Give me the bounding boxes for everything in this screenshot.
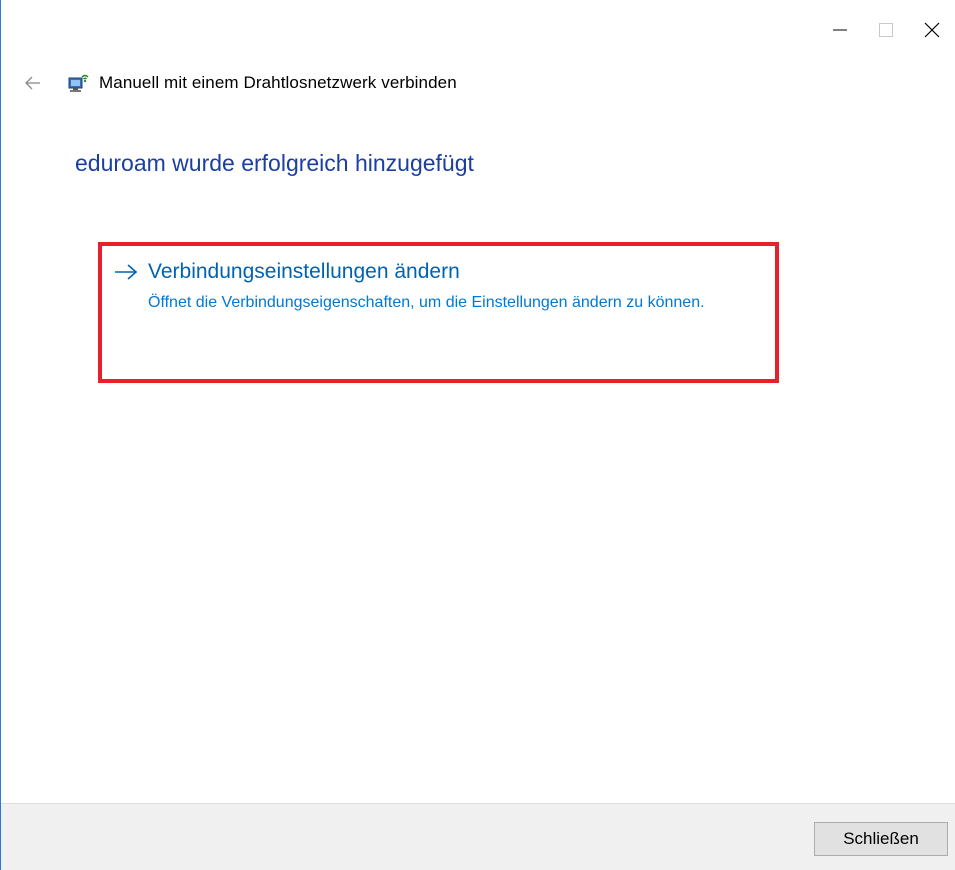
- maximize-icon: [879, 23, 893, 37]
- footer-bar: Schließen: [1, 803, 955, 870]
- close-window-button[interactable]: [909, 0, 955, 60]
- task-link-description: Öffnet die Verbindungseigenschaften, um …: [148, 294, 705, 311]
- minimize-button[interactable]: [817, 0, 863, 60]
- change-connection-settings-link[interactable]: Verbindungseinstellungen ändern Öffnet d…: [114, 260, 764, 315]
- maximize-button[interactable]: [863, 0, 909, 60]
- page-heading: eduroam wurde erfolgreich hinzugefügt: [75, 150, 474, 176]
- close-button[interactable]: Schließen: [814, 822, 948, 856]
- close-icon: [924, 22, 940, 38]
- back-arrow-icon: [25, 76, 40, 90]
- dialog-header: Manuell mit einem Drahtlosnetzwerk verbi…: [21, 68, 457, 98]
- task-link-label: Verbindungseinstellungen ändern: [148, 260, 460, 283]
- window-caption-controls: [817, 0, 955, 60]
- dialog-window: Manuell mit einem Drahtlosnetzwerk verbi…: [0, 0, 955, 870]
- wireless-network-icon: [68, 74, 89, 92]
- dialog-title: Manuell mit einem Drahtlosnetzwerk verbi…: [99, 73, 457, 92]
- back-button[interactable]: [21, 71, 45, 95]
- right-arrow-icon: [115, 264, 138, 280]
- task-link-title-row: Verbindungseinstellungen ändern: [114, 260, 764, 284]
- minimize-icon: [833, 29, 847, 31]
